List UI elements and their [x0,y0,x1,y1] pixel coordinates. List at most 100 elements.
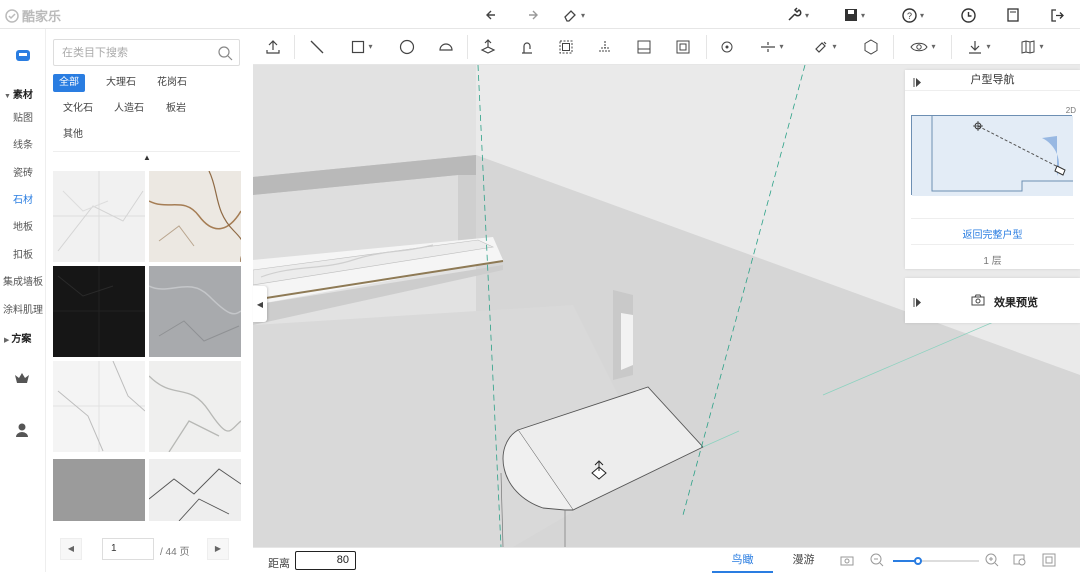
exit-button[interactable] [1050,5,1065,25]
align-tool[interactable]: ▾ [753,29,791,64]
category-artificial-stone[interactable]: 人造石 [108,100,150,118]
user-button[interactable] [15,422,29,441]
chevron-left-icon: ◀ [67,544,75,553]
rotate-tool[interactable] [715,29,739,64]
zoom-out-button[interactable] [870,553,884,570]
rail-section-materials[interactable]: ▼ 素材 [0,86,46,101]
import-tool[interactable]: ▾ [960,29,998,64]
distance-input[interactable]: 80 [295,551,356,570]
fullscreen-button[interactable] [1042,553,1056,570]
material-thumb-grey-concrete[interactable] [53,459,145,521]
chevron-right-icon: ▶ [214,544,222,553]
material-thumb-black-granite[interactable] [53,266,145,357]
rail-item-molding[interactable]: 线条 [0,136,46,151]
library-tool[interactable]: ▾ [1013,29,1051,64]
push-pull-tool[interactable] [473,29,503,64]
prev-page-button[interactable]: ◀ [60,538,82,560]
zoom-slider-handle[interactable] [914,557,922,565]
line-tool[interactable] [305,29,329,64]
chevron-down-icon: ▾ [779,42,784,51]
category-other[interactable]: 其他 [57,126,89,144]
undo-button[interactable] [485,5,501,25]
collapse-panel-button[interactable]: ◀ [253,286,267,322]
circle-tool-icon [399,39,415,54]
category-all[interactable]: 全部 [53,74,85,92]
rectangle-tool[interactable]: ▾ [345,29,379,64]
wrench-icon [788,7,802,21]
component-tool[interactable] [671,29,695,64]
section-tool[interactable] [632,29,656,64]
divider [951,35,952,59]
crown-button[interactable] [14,371,30,388]
floor-selector[interactable]: 1 层 [905,252,1080,267]
next-page-button[interactable]: ▶ [207,538,229,560]
search-icon[interactable] [217,45,233,61]
category-slate[interactable]: 板岩 [160,100,192,118]
chevron-down-icon: ▾ [931,42,936,51]
fit-view-button[interactable] [1013,553,1027,570]
minimap[interactable] [911,115,1073,196]
arc-tool[interactable] [434,29,458,64]
zoom-out-icon [870,553,884,567]
mode-birdseye[interactable]: 鸟瞰 [712,548,773,573]
zoom-in-icon [985,553,999,567]
rail-item-wallboard[interactable]: 集成墙板 [0,273,46,288]
material-thumb-grey-marble[interactable] [149,266,241,357]
offset-tool[interactable] [554,29,578,64]
paint-tool[interactable]: ▾ [806,29,844,64]
document-icon [1007,8,1019,22]
category-culture-stone[interactable]: 文化石 [57,100,99,118]
scroll-up-icon[interactable]: ▲ [143,153,151,162]
rail-item-coating[interactable]: 涂料肌理 [0,301,46,316]
zoom-in-button[interactable] [985,553,999,570]
svg-text:?: ? [907,11,912,21]
rail-item-texture[interactable]: 贴图 [0,109,46,124]
distance-label: 距离 [268,558,290,570]
material-thumb-white-black-veined[interactable] [149,459,241,521]
rail-item-stone[interactable]: 石材 [0,191,46,206]
tools-menu[interactable]: ▾ [786,5,809,25]
screenshot-button[interactable] [840,553,854,570]
rail-item-panel[interactable]: 扣板 [0,246,46,261]
return-full-plan-link[interactable]: 返回完整户型 [905,226,1080,241]
material-thumb-white-marble-grid[interactable] [53,171,145,262]
expand-preview-icon[interactable] [913,296,921,310]
materials-tab[interactable] [13,45,33,68]
upload-tool[interactable] [261,29,285,64]
category-granite[interactable]: 花岗石 [151,74,193,92]
view-icon [910,42,929,51]
render-preview-panel[interactable]: 效果预览 [905,278,1080,323]
eraser-button[interactable]: ▾ [562,5,585,25]
caret-down-icon: ▼ [4,93,13,100]
logo-icon [5,8,19,23]
rail-item-floor[interactable]: 地板 [0,218,46,233]
follow-me-tool[interactable] [515,29,539,64]
document-button[interactable] [1006,5,1020,25]
rail-item-tile[interactable]: 瓷砖 [0,164,46,179]
material-thumb-white-veined[interactable] [53,361,145,452]
material-tool[interactable] [859,29,883,64]
tape-tool[interactable] [593,29,617,64]
redo-button[interactable] [523,5,539,25]
rail-section-plan[interactable]: ▶ 方案 [0,330,46,345]
navigator-title: 户型导航 [905,70,1080,91]
2d-toggle[interactable]: 2D [1066,106,1076,115]
app-logo[interactable]: 酷家乐 [5,6,61,25]
divider [911,218,1074,219]
material-thumb-white-grey-veined[interactable] [149,361,241,452]
view-tool[interactable]: ▾ [903,29,943,64]
help-menu[interactable]: ? ▾ [902,5,924,25]
mode-walkthrough[interactable]: 漫游 [773,548,834,573]
search-input[interactable] [54,40,204,65]
chevron-down-icon: ▾ [861,10,866,20]
save-menu[interactable]: ▾ [844,5,865,25]
cube-icon [16,50,30,61]
rotate-icon [721,41,733,52]
circle-tool[interactable] [395,29,419,64]
app-name: 酷家乐 [22,9,62,24]
category-marble[interactable]: 大理石 [100,74,142,92]
page-input[interactable]: 1 [102,538,154,560]
history-button[interactable] [961,5,976,25]
exit-icon [1051,8,1064,22]
material-thumb-calacatta-gold[interactable] [149,171,241,262]
